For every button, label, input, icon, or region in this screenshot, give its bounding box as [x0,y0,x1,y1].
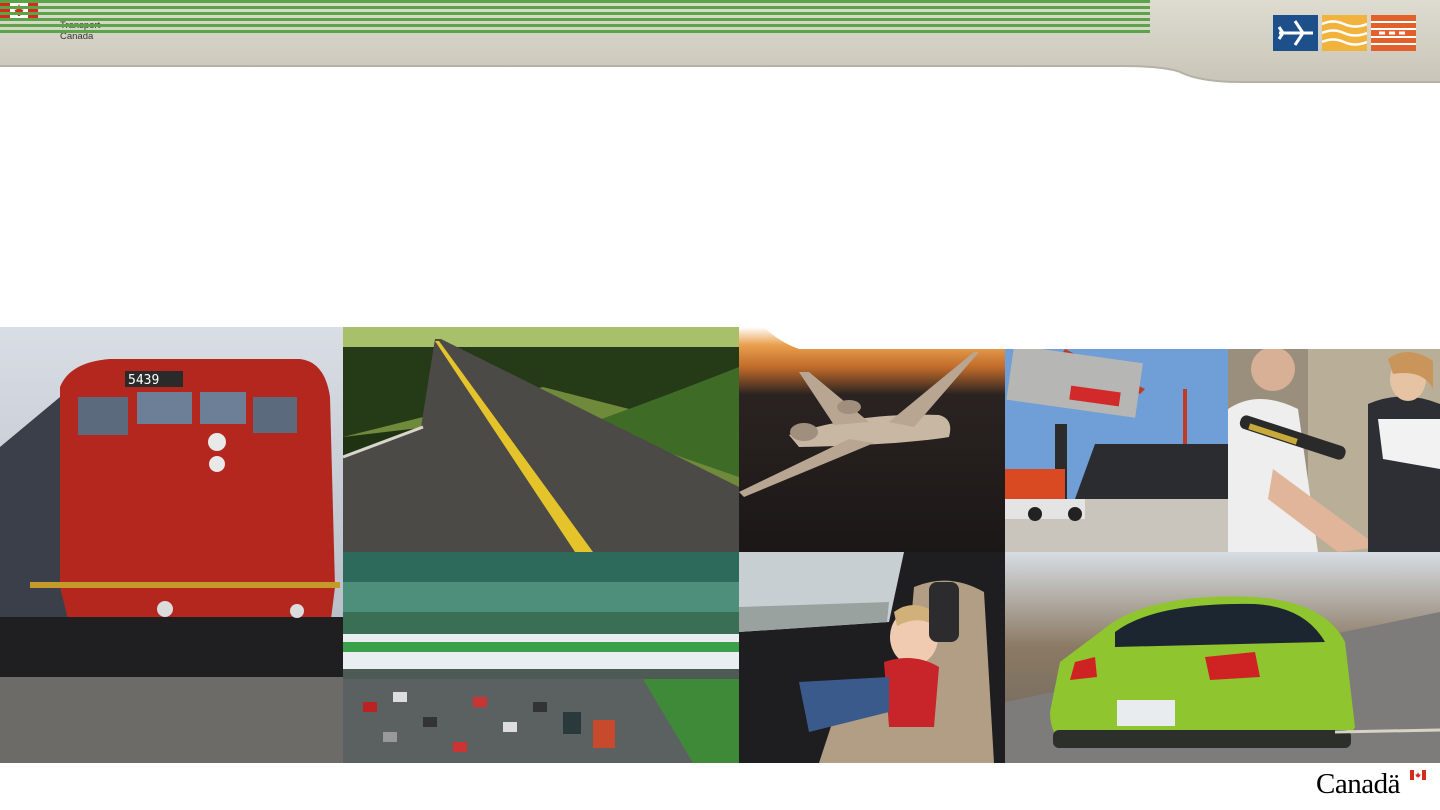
photo-security-screening [1228,349,1440,552]
air-mode-icon [1273,15,1318,51]
marine-mode-icon [1322,15,1367,51]
photo-locomotive: 5439 [0,327,343,763]
photo-business-jet [739,327,1005,552]
photo-commuter-train [343,552,739,763]
photo-highway-road [343,327,739,552]
locomotive-number: 5439 [128,373,159,388]
photo-container-crane [1005,349,1228,552]
header-banner: Transport Canada [0,0,1440,90]
green-stripes [0,0,1150,33]
photo-mosaic: 5439 [0,327,1440,763]
transport-mode-icons [1273,15,1418,51]
wordmark-flag-icon [1410,770,1426,780]
canada-wordmark: Canadä [1316,768,1400,800]
rail-mode-icon [1371,15,1416,51]
photo-child-car-seat [739,552,1005,763]
photo-green-car [1005,552,1440,763]
